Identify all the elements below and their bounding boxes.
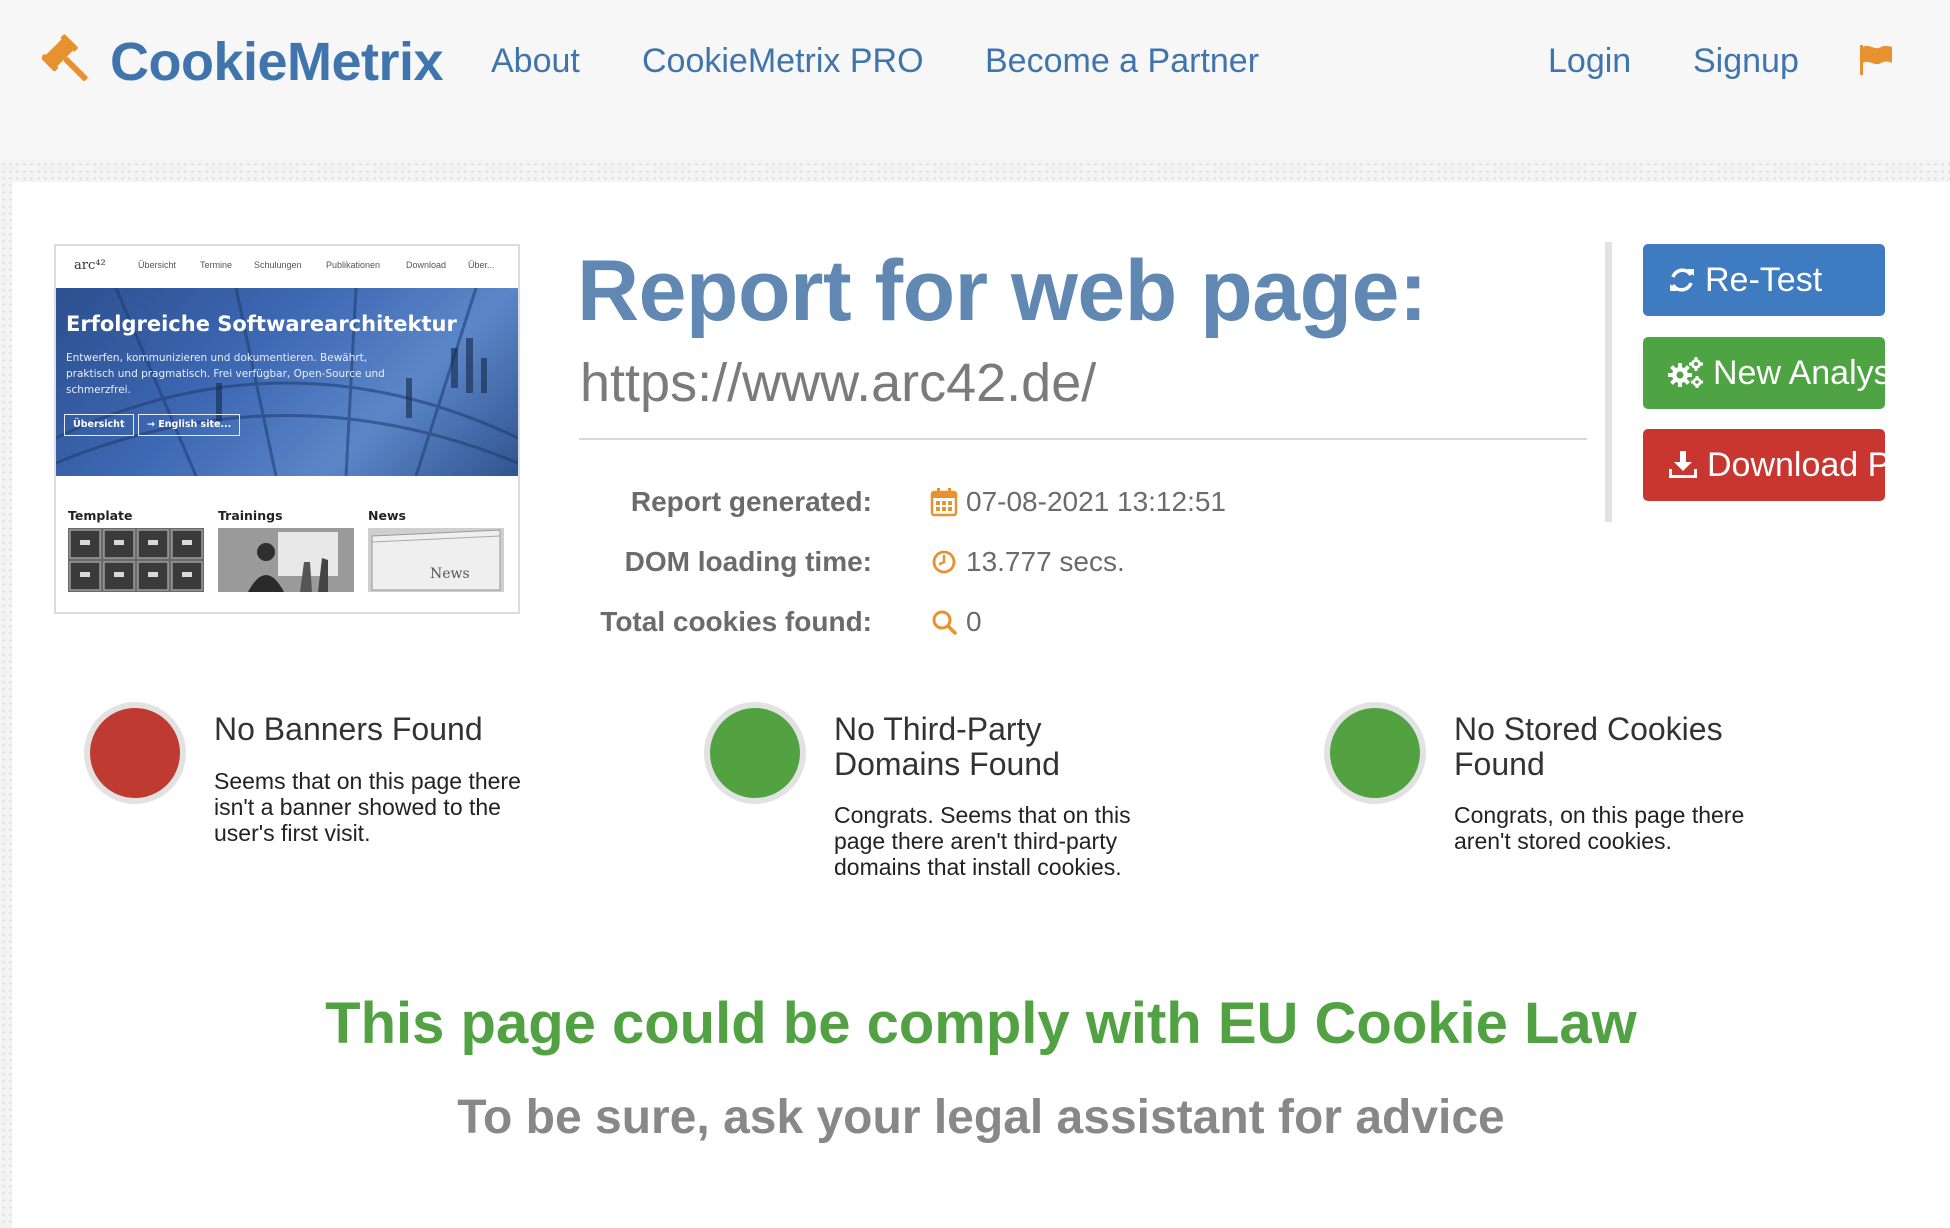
report-generated-text: 07-08-2021 13:12:51 <box>966 486 1226 517</box>
thumb-hero-button: → English site... <box>138 414 241 436</box>
total-cookies-text: 0 <box>966 606 982 637</box>
report-generated-value: 07-08-2021 13:12:51 <box>930 486 1226 518</box>
legal-advice-note: To be sure, ask your legal assistant for… <box>457 1091 1505 1144</box>
compliance-verdict: This page could be comply with EU Cookie… <box>325 991 1637 1056</box>
thumb-logo: arc⁴² <box>74 258 106 273</box>
report-panel: arc⁴² Übersicht Termine Schulungen Publi… <box>12 182 1950 1228</box>
download-pdf-button[interactable]: Download PDF <box>1643 429 1885 501</box>
vertical-divider <box>1605 242 1612 522</box>
nav-about[interactable]: About <box>491 42 580 81</box>
thumb-image-trainings <box>218 528 354 592</box>
nav-cookiemetrix-pro[interactable]: CookieMetrix PRO <box>642 42 924 81</box>
thumb-hero-title: Erfolgreiche Softwarearchitektur <box>66 312 457 336</box>
gavel-icon <box>42 34 88 81</box>
retest-button[interactable]: Re-Test <box>1643 244 1885 316</box>
clock-icon <box>932 550 956 574</box>
dom-loading-label: DOM loading time: <box>624 546 872 577</box>
third-party-status-description: Congrats. Seems that on this page there … <box>834 802 1131 880</box>
thumb-image-template <box>68 528 204 592</box>
thumb-column-label: Template <box>68 508 133 523</box>
stored-cookies-status-indicator <box>1324 702 1426 804</box>
thumb-menu-item: Termine <box>200 260 233 270</box>
divider <box>579 438 1587 440</box>
nav-signup[interactable]: Signup <box>1693 42 1799 81</box>
banner-status-description: Seems that on this page there isn't a ba… <box>214 768 521 846</box>
thumb-menu-item: Über... <box>468 260 495 270</box>
banner-status-indicator <box>84 702 186 804</box>
calendar-icon <box>930 488 958 517</box>
brand-name: CookieMetrix <box>110 32 444 92</box>
new-analysis-button[interactable]: New Analysis <box>1643 337 1885 409</box>
stored-cookies-status-title: No Stored Cookies Found <box>1454 711 1723 782</box>
thumb-menu-item: Download <box>406 260 447 270</box>
total-cookies-value: 0 <box>930 606 982 638</box>
nav-become-partner[interactable]: Become a Partner <box>985 42 1259 81</box>
search-icon <box>932 610 957 635</box>
retest-label: Re-Test <box>1705 260 1823 299</box>
thumb-column-label: News <box>368 508 406 523</box>
dom-loading-text: 13.777 secs. <box>966 546 1125 577</box>
thumb-hero-text: Entwerfen, kommunizieren und dokumentier… <box>66 352 385 396</box>
report-title: Report for web page: <box>577 243 1428 339</box>
refresh-icon <box>1670 268 1694 292</box>
stored-cookies-status-description: Congrats, on this page there aren't stor… <box>1454 802 1745 854</box>
download-icon <box>1669 451 1697 478</box>
download-pdf-label: Download PDF <box>1707 445 1885 484</box>
thumb-nav: arc⁴² Übersicht Termine Schulungen Publi… <box>56 246 518 286</box>
thumb-news-image-text: News <box>430 566 470 582</box>
thumb-column-label: Trainings <box>218 508 283 523</box>
thumb-menu-item: Publikationen <box>326 260 381 270</box>
third-party-status-title: No Third-Party Domains Found <box>834 711 1060 782</box>
dom-loading-value: 13.777 secs. <box>930 546 1125 578</box>
total-cookies-label: Total cookies found: <box>600 606 872 637</box>
banner-status-title: No Banners Found <box>214 711 483 747</box>
brand-logo-link[interactable]: CookieMetrix <box>42 28 444 96</box>
thumb-hero-button: Übersicht <box>64 414 134 436</box>
thumb-menu-item: Schulungen <box>254 260 302 270</box>
report-url: https://www.arc42.de/ <box>580 353 1097 413</box>
report-generated-label: Report generated: <box>630 486 872 517</box>
flag-icon[interactable] <box>1858 43 1894 77</box>
new-analysis-label: New Analysis <box>1713 353 1885 392</box>
thumb-menu-item: Übersicht <box>138 260 177 270</box>
nav-login[interactable]: Login <box>1548 42 1631 81</box>
thumb-hero: Erfolgreiche Softwarearchitektur Entwerf… <box>56 288 518 476</box>
page-screenshot-thumbnail: arc⁴² Übersicht Termine Schulungen Publi… <box>54 244 520 614</box>
thumb-image-news: News <box>368 528 504 592</box>
third-party-status-indicator <box>704 702 806 804</box>
navbar: CookieMetrix About CookieMetrix PRO Beco… <box>0 0 1950 160</box>
gears-icon <box>1668 357 1703 388</box>
